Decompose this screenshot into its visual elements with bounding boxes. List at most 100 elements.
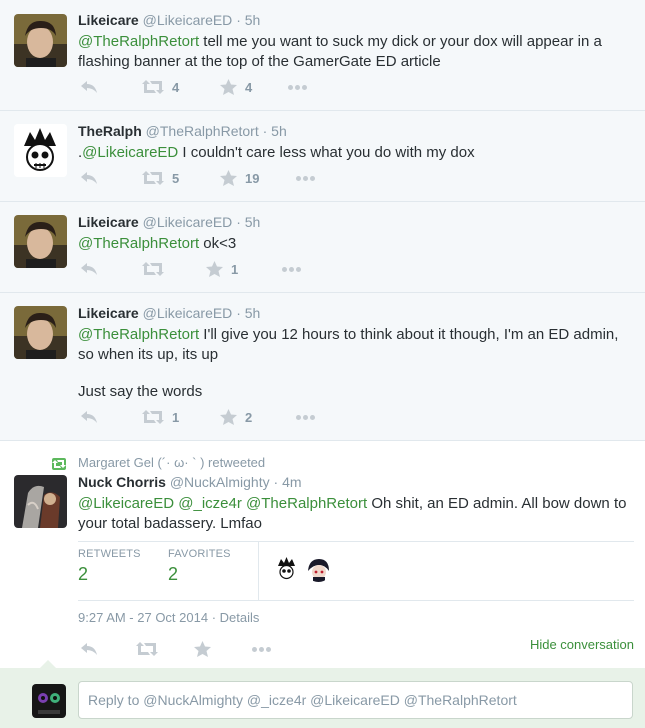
timestamp[interactable]: 5h <box>271 123 287 139</box>
retweet-icon <box>142 262 164 276</box>
tweet-actions <box>80 639 271 659</box>
reply-button[interactable] <box>80 80 142 94</box>
favorites-count: 2 <box>168 564 179 584</box>
retweet-count: 1 <box>172 409 180 425</box>
reply-icon <box>81 172 97 184</box>
reply-icon <box>81 263 97 275</box>
separator: · <box>273 474 279 490</box>
details-link[interactable]: Details <box>220 610 260 625</box>
retweet-icon <box>142 171 164 185</box>
retweet-icon <box>52 457 66 470</box>
avatar[interactable] <box>14 14 67 67</box>
favorite-count: 2 <box>245 409 253 425</box>
tweet[interactable]: Likeicare @LikeicareED · 5h @TheRalphRet… <box>0 293 645 441</box>
favorite-button[interactable] <box>194 641 252 657</box>
retweeted-by[interactable]: Margaret Gel (´· ω· ` ) retweeted <box>78 455 265 470</box>
retweet-context: Margaret Gel (´· ω· ` ) retweeted <box>52 455 265 470</box>
mention-link[interactable]: @TheRalphRetort <box>78 235 199 252</box>
more-options-icon[interactable] <box>296 414 315 420</box>
retweet-icon <box>142 80 164 94</box>
retweet-icon <box>136 642 158 656</box>
favorite-button[interactable]: 4 <box>220 79 288 95</box>
tweet[interactable]: Likeicare @LikeicareED · 5h @TheRalphRet… <box>0 0 645 111</box>
retweet-button[interactable] <box>142 262 206 276</box>
reply-button[interactable] <box>80 642 136 656</box>
timestamp[interactable]: 5h <box>245 305 261 321</box>
retweets-label: RETWEETS <box>78 548 141 560</box>
favorite-button[interactable]: 19 <box>220 170 296 186</box>
star-icon <box>220 79 237 95</box>
more-options-icon[interactable] <box>252 646 271 652</box>
mention-link[interactable]: @TheRalphRetort <box>78 326 199 343</box>
user-fullname[interactable]: Likeicare <box>78 305 139 321</box>
user-fullname[interactable]: Likeicare <box>78 12 139 28</box>
mention-link[interactable]: @LikeicareED <box>78 495 174 512</box>
hide-conversation-link[interactable]: Hide conversation <box>530 637 634 652</box>
tweet-text: @TheRalphRetort ok<3 <box>78 234 637 254</box>
mention-link[interactable]: @TheRalphRetort <box>246 495 367 512</box>
retweet-button[interactable]: 4 <box>142 80 220 95</box>
avatar[interactable] <box>14 306 67 359</box>
user-fullname[interactable]: Likeicare <box>78 214 139 230</box>
user-handle[interactable]: @LikeicareED <box>143 12 233 28</box>
user-handle[interactable]: @LikeicareED <box>143 214 233 230</box>
divider <box>258 542 259 600</box>
reply-button[interactable] <box>80 171 142 185</box>
tweet-meta: 9:27 AM - 27 Oct 2014 · Details <box>78 610 259 625</box>
reply-button[interactable] <box>80 410 142 424</box>
expanded-tweet[interactable]: Margaret Gel (´· ω· ` ) retweeted Nuck C… <box>0 441 645 669</box>
more-options-icon[interactable] <box>296 175 315 181</box>
tweet-text: @TheRalphRetort I'll give you 12 hours t… <box>78 325 637 365</box>
user-handle[interactable]: @TheRalphRetort <box>146 123 259 139</box>
tweet-actions: 1 <box>80 259 301 279</box>
more-options-icon[interactable] <box>288 84 307 90</box>
user-handle[interactable]: @LikeicareED <box>143 305 233 321</box>
user-fullname[interactable]: Nuck Chorris <box>78 474 166 490</box>
reply-input[interactable]: Reply to @NuckAlmighty @_icze4r @Likeica… <box>78 681 633 719</box>
avatar[interactable] <box>14 124 67 177</box>
retweet-button[interactable]: 5 <box>142 171 220 186</box>
tweet[interactable]: Likeicare @LikeicareED · 5h @TheRalphRet… <box>0 202 645 293</box>
caret <box>40 660 56 668</box>
user-handle[interactable]: @NuckAlmighty <box>170 474 270 490</box>
favoriter-avatar[interactable] <box>305 555 332 582</box>
separator: · <box>236 12 241 28</box>
tweet-timestamp[interactable]: 9:27 AM - 27 Oct 2014 <box>78 610 208 625</box>
tweet-header: Nuck Chorris @NuckAlmighty · 4m <box>78 473 637 491</box>
mention-link[interactable]: @TheRalphRetort <box>78 33 199 50</box>
retweets-count: 2 <box>78 564 89 584</box>
avatar[interactable] <box>14 475 67 528</box>
favorite-count: 19 <box>245 170 260 186</box>
user-fullname[interactable]: TheRalph <box>78 123 142 139</box>
tweet[interactable]: TheRalph @TheRalphRetort · 5h .@Likeicar… <box>0 111 645 202</box>
mention-link[interactable]: @_icze4r <box>178 495 242 512</box>
star-icon <box>220 170 237 186</box>
tweet-header: Likeicare @LikeicareED · 5h <box>78 213 637 231</box>
star-icon <box>194 641 211 657</box>
tweet-body: ok<3 <box>199 235 237 252</box>
tweet-actions: 1 2 <box>80 407 315 427</box>
reply-icon <box>81 81 97 93</box>
separator: · <box>236 305 241 321</box>
avatar[interactable] <box>14 215 67 268</box>
reply-box: Reply to @NuckAlmighty @_icze4r @Likeica… <box>0 660 645 728</box>
retweet-button[interactable]: 1 <box>142 410 220 425</box>
current-user-avatar[interactable] <box>32 684 66 718</box>
favorite-button[interactable]: 2 <box>220 409 296 425</box>
more-options-icon[interactable] <box>282 266 301 272</box>
favorite-button[interactable]: 1 <box>206 261 282 277</box>
reply-button[interactable] <box>80 262 142 276</box>
timestamp[interactable]: 4m <box>282 474 301 490</box>
tweet-actions: 5 19 <box>80 168 315 188</box>
tweet-text: @TheRalphRetort tell me you want to suck… <box>78 32 637 72</box>
timestamp[interactable]: 5h <box>245 12 261 28</box>
favoriter-avatar[interactable] <box>273 555 300 582</box>
favorites-stat[interactable]: FAVORITES 2 <box>168 548 231 585</box>
retweets-stat[interactable]: RETWEETS 2 <box>78 548 141 585</box>
mention-link[interactable]: @LikeicareED <box>82 144 178 161</box>
tweet-header: Likeicare @LikeicareED · 5h <box>78 304 637 322</box>
timestamp[interactable]: 5h <box>245 214 261 230</box>
reply-icon <box>81 411 97 423</box>
retweet-button[interactable] <box>136 642 194 656</box>
tweet-text: @LikeicareED @_icze4r @TheRalphRetort Oh… <box>78 494 637 534</box>
